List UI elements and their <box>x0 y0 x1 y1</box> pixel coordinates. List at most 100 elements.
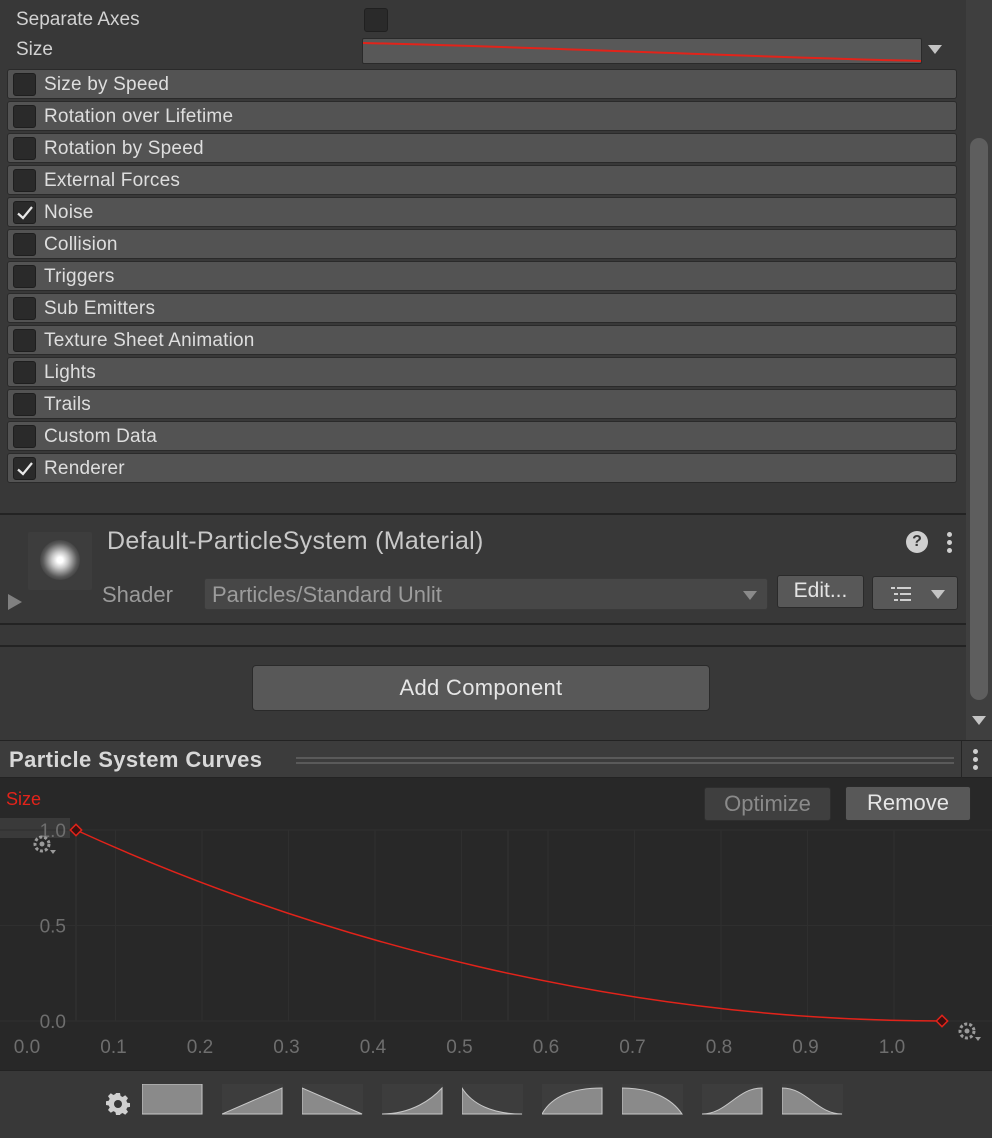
module-row[interactable]: Sub Emitters <box>7 293 957 323</box>
size-curve-preview <box>363 42 921 62</box>
preset-shape-icon <box>141 1083 203 1115</box>
curve-preset-ease-out-down[interactable] <box>461 1084 523 1115</box>
edit-shader-button[interactable]: Edit... <box>777 575 864 608</box>
module-enable-checkbox[interactable] <box>13 425 36 448</box>
preset-shape-icon <box>221 1087 283 1115</box>
module-row[interactable]: Rotation by Speed <box>7 133 957 163</box>
inspector-panel: Separate Axes Size Size by Speed Rotation… <box>0 0 992 740</box>
optimize-button[interactable]: Optimize <box>704 787 831 821</box>
checkmark-icon <box>17 206 33 220</box>
separate-axes-label: Separate Axes <box>16 9 140 30</box>
module-row[interactable]: Collision <box>7 229 957 259</box>
divider <box>0 645 966 647</box>
chevron-down-icon <box>931 590 945 599</box>
module-row[interactable]: Trails <box>7 389 957 419</box>
module-enable-checkbox[interactable] <box>13 361 36 384</box>
x-tick-label: 0.7 <box>619 1037 645 1058</box>
module-row[interactable]: Custom Data <box>7 421 957 451</box>
curves-panel-header: Particle System Curves <box>0 740 992 779</box>
shader-list-button[interactable] <box>872 576 958 610</box>
curve-preset-constant[interactable] <box>141 1083 203 1115</box>
help-icon[interactable]: ? <box>906 531 928 553</box>
x-tick-label: 0.0 <box>14 1037 40 1058</box>
module-row[interactable]: Renderer <box>7 453 957 483</box>
module-label: Triggers <box>44 266 115 287</box>
curve-preset-ease-out-up[interactable] <box>541 1084 603 1115</box>
curves-panel-title: Particle System Curves <box>9 747 263 772</box>
separate-axes-row: Separate Axes <box>0 5 960 35</box>
x-tick-label: 1.0 <box>879 1037 905 1058</box>
curve-preset-linear-up[interactable] <box>221 1084 283 1115</box>
scrollbar-thumb[interactable] <box>970 138 988 700</box>
module-enable-checkbox[interactable] <box>13 169 36 192</box>
module-label: External Forces <box>44 170 181 191</box>
shader-dropdown[interactable]: Particles/Standard Unlit <box>204 578 768 610</box>
x-tick-label: 0.1 <box>100 1037 126 1058</box>
drag-grip[interactable] <box>296 757 954 764</box>
curves-menu-icon[interactable] <box>973 749 979 771</box>
module-enable-checkbox[interactable] <box>13 265 36 288</box>
curve-key[interactable] <box>935 1014 949 1028</box>
gear-icon[interactable] <box>106 1092 130 1116</box>
x-tick-label: 0.4 <box>360 1037 387 1058</box>
remove-button[interactable]: Remove <box>845 786 971 821</box>
module-enable-checkbox[interactable] <box>13 457 36 480</box>
module-row[interactable]: Triggers <box>7 261 957 291</box>
module-enable-checkbox[interactable] <box>13 73 36 96</box>
curve-preset-ease-in-out-down[interactable] <box>781 1084 843 1115</box>
module-row[interactable]: Size by Speed <box>7 69 957 99</box>
curve-name-label: Size <box>6 789 42 809</box>
divider <box>0 623 966 625</box>
shader-label: Shader <box>102 582 173 607</box>
preset-shape-icon <box>541 1087 603 1115</box>
module-label: Size by Speed <box>44 74 170 95</box>
module-row[interactable]: Noise <box>7 197 957 227</box>
x-tick-label: 0.8 <box>706 1037 732 1058</box>
module-label: Collision <box>44 234 118 255</box>
x-tick-label: 0.2 <box>187 1037 213 1058</box>
scroll-down-arrow[interactable] <box>972 716 986 725</box>
module-row[interactable]: Lights <box>7 357 957 387</box>
module-enable-checkbox[interactable] <box>13 393 36 416</box>
module-enable-checkbox[interactable] <box>13 105 36 128</box>
curve-preset-ease-in-up[interactable] <box>381 1084 443 1115</box>
curve-graph[interactable]: 1.0 0.5 0.00.0 0.1 0.2 0.3 0.4 0.5 0.6 0.7 0.8 0.9 1… <box>0 778 992 1070</box>
material-title: Default-ParticleSystem (Material) <box>107 527 484 555</box>
material-preview-thumbnail <box>28 532 92 590</box>
material-foldout-arrow[interactable] <box>8 594 22 610</box>
module-row[interactable]: Texture Sheet Animation <box>7 325 957 355</box>
module-enable-checkbox[interactable] <box>13 137 36 160</box>
material-menu-icon[interactable] <box>947 532 953 554</box>
x-tick-label: 0.5 <box>446 1037 472 1058</box>
preset-shape-icon <box>701 1087 763 1115</box>
inspector-scrollbar[interactable] <box>966 0 992 740</box>
module-label: Texture Sheet Animation <box>44 330 255 351</box>
checkmark-icon <box>17 462 33 476</box>
y-tick-label: 1.0 <box>40 821 66 842</box>
post-wrap-gear-icon[interactable] <box>958 1022 981 1041</box>
module-label: Sub Emitters <box>44 298 156 319</box>
module-enable-checkbox[interactable] <box>13 233 36 256</box>
x-tick-label: 0.9 <box>792 1037 818 1058</box>
y-tick-label: 0.0 <box>40 1012 66 1033</box>
module-row[interactable]: External Forces <box>7 165 957 195</box>
preset-shape-icon <box>381 1086 443 1115</box>
size-curve-field[interactable] <box>362 38 922 64</box>
curve-preset-ease-in-down[interactable] <box>621 1084 683 1115</box>
size-mode-dropdown-arrow[interactable] <box>928 45 942 54</box>
add-component-button[interactable]: Add Component <box>252 665 710 711</box>
preset-shape-icon <box>621 1087 683 1115</box>
list-icon <box>891 587 911 601</box>
curve-preset-linear-down[interactable] <box>301 1084 363 1115</box>
curve-preset-ease-in-out-up[interactable] <box>701 1084 763 1115</box>
module-enable-checkbox[interactable] <box>13 297 36 320</box>
module-label: Custom Data <box>44 426 158 447</box>
preset-shape-icon <box>461 1086 523 1115</box>
module-row[interactable]: Rotation over Lifetime <box>7 101 957 131</box>
curve-key[interactable] <box>69 823 83 837</box>
module-enable-checkbox[interactable] <box>13 329 36 352</box>
module-enable-checkbox[interactable] <box>13 201 36 224</box>
separate-axes-checkbox[interactable] <box>364 8 388 32</box>
module-label: Renderer <box>44 458 125 479</box>
module-label: Trails <box>44 394 91 415</box>
